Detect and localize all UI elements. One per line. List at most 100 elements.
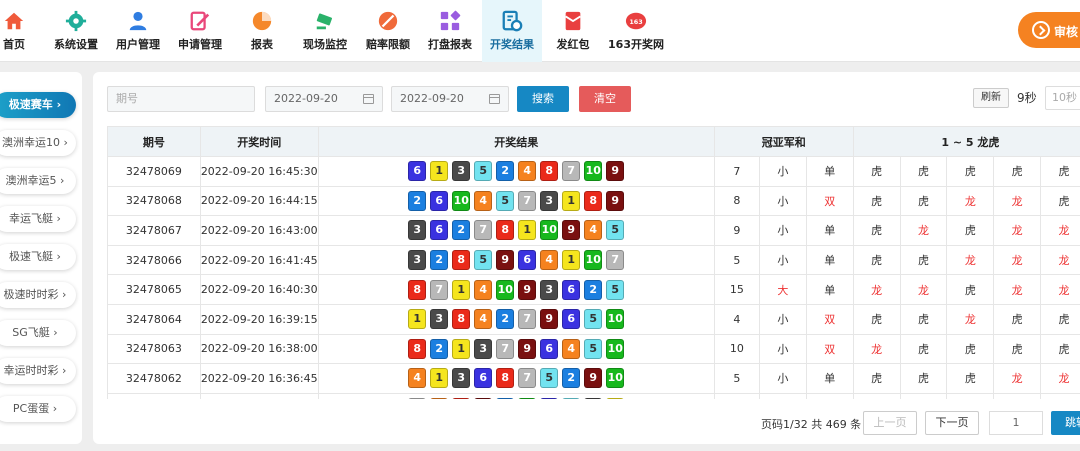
dragon-tiger-cell: 龙 — [993, 363, 1042, 394]
parity-cell: 单 — [805, 156, 854, 187]
issue-cell: 32478064 — [107, 303, 201, 335]
parity-cell: 单 — [805, 215, 854, 246]
arrow-right-icon — [1032, 21, 1050, 39]
dragon-tiger-cell: 虎 — [993, 333, 1042, 365]
nav-item-4[interactable]: 报表 — [232, 0, 292, 62]
nav-item-2[interactable]: 用户管理 — [108, 0, 168, 62]
nav-item-3[interactable]: 申请管理 — [170, 0, 230, 62]
sidebar-item-1[interactable]: 澳洲幸运10 › — [0, 130, 76, 156]
parity-cell: 单 — [805, 244, 854, 276]
sidebar-item-5[interactable]: 极速时时彩 › — [0, 282, 76, 308]
sidebar-item-3[interactable]: 幸运飞艇 › — [0, 206, 76, 232]
result-ball: 4 — [584, 220, 603, 241]
result-ball: 3 — [408, 250, 427, 271]
issue-cell: 32478067 — [107, 215, 201, 246]
result-ball: 5 — [540, 368, 559, 389]
nav-item-1[interactable]: 系统设置 — [46, 0, 106, 62]
result-ball: 10 — [606, 368, 625, 389]
table-row: 32478065 2022-09-20 16:40:30 8 7 1 4 10 9 3 6 2 5 15… — [107, 274, 1080, 305]
result-ball: 4 — [518, 161, 537, 182]
nav-item-7[interactable]: 打盘报表 — [420, 0, 480, 62]
dragon-tiger-cell: 龙 — [993, 244, 1042, 276]
audit-button[interactable]: 审核 — [1018, 12, 1080, 48]
result-ball: 3 — [474, 338, 493, 359]
nav-item-10[interactable]: 163 163开奖网 — [604, 0, 668, 62]
sidebar-item-0[interactable]: 极速赛车 › — [0, 92, 76, 118]
size-cell: 大 — [758, 274, 807, 305]
163-logo-icon: 163 — [625, 10, 647, 32]
nav-item-8[interactable]: 开奖结果 — [482, 0, 542, 62]
sidebar-item-8[interactable]: PC蛋蛋 › — [0, 396, 76, 422]
result-ball: 8 — [496, 220, 515, 241]
size-cell — [758, 392, 807, 399]
table-row: 32478063 2022-09-20 16:38:00 8 2 1 3 7 9 6 4 5 10 10… — [107, 333, 1080, 365]
result-ball: 5 — [584, 309, 603, 330]
result-ball: 7 — [408, 398, 427, 399]
table-row: 32478067 2022-09-20 16:43:00 3 6 2 7 8 1 10 9 4 5 9 小… — [107, 215, 1080, 246]
limit-icon — [377, 10, 399, 32]
prev-page-button[interactable]: 上一页 — [863, 411, 917, 435]
sidebar-item-6[interactable]: SG飞艇 › — [0, 320, 76, 346]
dragon-tiger-cell — [899, 392, 948, 399]
size-cell: 小 — [758, 185, 807, 217]
nav-item-6[interactable]: 赔率限额 — [358, 0, 418, 62]
gear-icon — [65, 10, 87, 32]
sum-value-cell: 4 — [713, 303, 760, 335]
result-doc-icon — [501, 10, 523, 32]
result-ball: 5 — [562, 398, 581, 399]
dragon-tiger-cell: 虎 — [946, 215, 995, 246]
dragon-tiger-cell: 虎 — [852, 156, 901, 187]
sidebar-item-2[interactable]: 澳洲幸运5 › — [0, 168, 76, 194]
table-row: 32478068 2022-09-20 16:44:15 2 6 10 4 5 7 3 1 8 9 8 小… — [107, 185, 1080, 217]
time-cell: 2022-09-20 16:41:45 — [199, 244, 319, 276]
result-ball: 10 — [584, 250, 603, 271]
result-ball: 7 — [606, 250, 625, 271]
result-ball: 1 — [518, 220, 537, 241]
result-ball: 4 — [408, 368, 427, 389]
top-nav: 首页 系统设置 用户管理 申请管理 报表 现场监控 赔率限额 打盘报表 开奖结果发红包 163 16… — [0, 0, 1080, 62]
result-cell: 8 7 1 4 10 9 3 6 2 5 — [317, 274, 715, 305]
result-ball: 4 — [474, 279, 493, 300]
result-ball: 6 — [430, 190, 449, 211]
result-cell: 4 1 3 6 8 7 5 2 9 10 — [317, 363, 715, 394]
nav-item-5[interactable]: 现场监控 — [294, 0, 356, 62]
issue-cell: 32478069 — [107, 156, 201, 187]
result-ball: 6 — [540, 398, 559, 399]
result-ball: 9 — [540, 309, 559, 330]
result-ball: 2 — [562, 368, 581, 389]
page-number-input[interactable]: 1 — [989, 411, 1043, 435]
sidebar-item-7[interactable]: 幸运时时彩 › — [0, 358, 76, 384]
result-ball: 8 — [584, 190, 603, 211]
result-ball: 3 — [408, 220, 427, 241]
issue-cell: 32478063 — [107, 333, 201, 365]
result-ball: 7 — [518, 368, 537, 389]
result-ball: 6 — [562, 279, 581, 300]
result-cell: 1 3 8 4 2 7 9 6 5 10 — [317, 303, 715, 335]
result-ball: 8 — [408, 338, 427, 359]
sum-value-cell: 8 — [713, 185, 760, 217]
issue-cell: 32478068 — [107, 185, 201, 217]
go-page-button[interactable]: 跳转 — [1051, 411, 1080, 435]
issue-cell: 32478066 — [107, 244, 201, 276]
user-icon — [127, 10, 149, 32]
sidebar-item-4[interactable]: 极速飞艇 › — [0, 244, 76, 270]
nav-item-0[interactable]: 首页 — [0, 0, 28, 62]
dragon-tiger-cell: 龙 — [852, 274, 901, 305]
dragon-tiger-cell: 虎 — [899, 333, 948, 365]
dragon-tiger-cell: 虎 — [1040, 333, 1080, 365]
next-page-button[interactable]: 下一页 — [925, 411, 979, 435]
pagination-info: 页码1/32 共 469 条 — [761, 418, 862, 431]
time-cell: 2022-09-20 16:44:15 — [199, 185, 319, 217]
header-sum: 冠亚军和 — [713, 126, 854, 157]
result-ball: 10 — [584, 161, 603, 182]
table-row: 32478069 2022-09-20 16:45:30 6 1 3 5 2 4 8 7 10 9 7 小… — [107, 156, 1080, 187]
dragon-tiger-cell: 虎 — [1040, 156, 1080, 187]
camera-icon — [314, 10, 336, 32]
svg-text:163: 163 — [629, 18, 642, 26]
result-ball: 2 — [430, 338, 449, 359]
nav-label: 发红包 — [556, 38, 590, 51]
nav-item-9[interactable]: 发红包 — [546, 0, 600, 62]
result-ball: 3 — [430, 309, 449, 330]
result-ball: 6 — [474, 368, 493, 389]
results-table: 期号 开奖时间 开奖结果 冠亚军和 1 ~ 5 龙虎 32478069 2022-… — [107, 126, 1080, 399]
